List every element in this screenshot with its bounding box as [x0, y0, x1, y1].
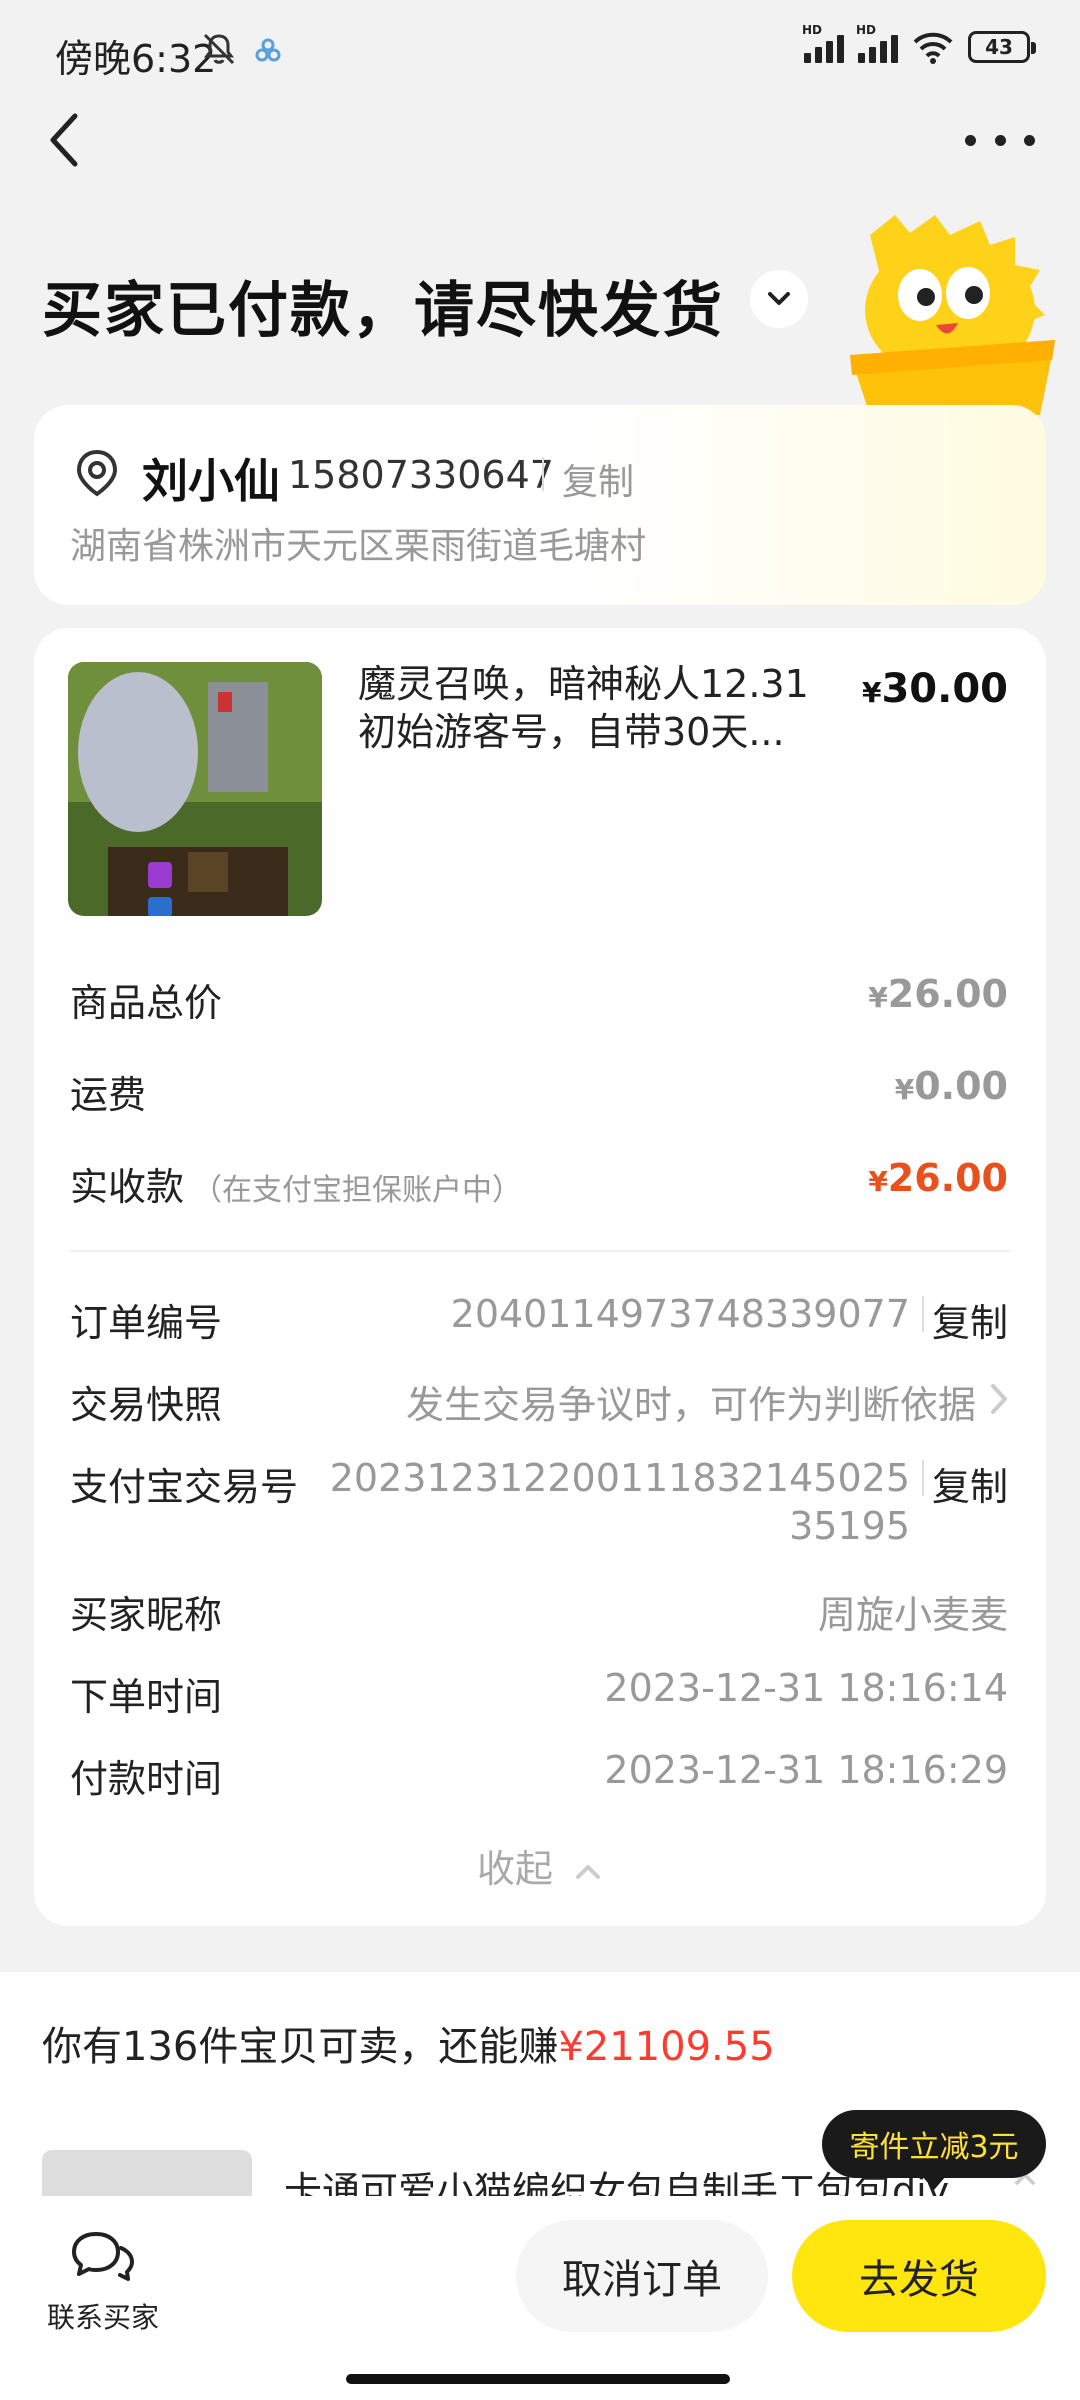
mascot-illustration: [850, 215, 1055, 415]
status-bar: 傍晚6:32 HD HD 43: [0, 0, 1080, 100]
chevron-down-icon: [768, 292, 790, 305]
product-thumbnail[interactable]: [68, 662, 322, 916]
more-button[interactable]: [965, 120, 1035, 160]
currency-symbol: ¥: [868, 1165, 888, 1198]
network-1-label: HD: [802, 23, 823, 37]
subtotal-label: 商品总价: [70, 981, 223, 1025]
network-2-label: HD: [856, 23, 877, 37]
location-pin-icon: [76, 449, 118, 497]
received-label: 实收款: [70, 1165, 185, 1209]
more-dot-icon: [994, 134, 1006, 146]
ship-button[interactable]: 去发货: [792, 2220, 1046, 2332]
chevron-right-icon: [991, 1384, 1007, 1414]
snapshot-label: 交易快照: [70, 1383, 223, 1427]
promo-text-main: 你有136件宝贝可卖，还能赚: [42, 2024, 559, 2070]
cancel-order-button[interactable]: 取消订单: [516, 2220, 768, 2332]
alipay-no-line1: 202312312200111832145025: [329, 1456, 910, 1500]
chevron-up-icon: [576, 1865, 601, 1879]
alipay-no-label: 支付宝交易号: [70, 1465, 299, 1509]
battery-indicator: 43: [968, 31, 1036, 63]
product-price-value: 30.00: [881, 666, 1008, 712]
currency-symbol: ¥: [868, 981, 888, 1014]
recipient-phone: 15807330647: [288, 453, 554, 497]
received-row: 实收款 （在支付宝担保账户中）: [70, 1156, 522, 1211]
contact-buyer-button[interactable]: 联系买家: [40, 2226, 166, 2336]
order-card: 魔灵召唤，暗神秘人12.31初始游客号，自带30天... ¥30.00 商品总价…: [34, 628, 1046, 1926]
status-time: 傍晚6:32: [55, 37, 217, 81]
shipping-amount: ¥0.00: [895, 1064, 1008, 1108]
chevron-left-icon: [50, 113, 78, 167]
order-no-value: 2040114973748339077: [450, 1292, 910, 1336]
alipay-no-line2: 35195: [789, 1504, 910, 1548]
divider: [922, 1460, 924, 1496]
copy-order-no-button[interactable]: 复制: [932, 1292, 1008, 1347]
promo-amount: ¥21109.55: [558, 2024, 775, 2070]
home-indicator[interactable]: [346, 2374, 730, 2384]
order-time-label: 下单时间: [70, 1675, 223, 1719]
address-card[interactable]: 刘小仙 15807330647 复制 湖南省株洲市天元区栗雨街道毛塘村: [34, 405, 1046, 605]
product-price: ¥30.00: [862, 666, 1008, 712]
divider: [70, 1250, 1010, 1252]
shipping-discount-bubble: 寄件立减3元: [822, 2110, 1046, 2190]
pay-time-value: 2023-12-31 18:16:29: [604, 1748, 1008, 1792]
bottom-action-bar: 联系买家 取消订单 去发货: [0, 2196, 1080, 2400]
copy-address-button[interactable]: 复制: [562, 453, 634, 505]
back-button[interactable]: [45, 105, 105, 175]
signal-1-icon: HD: [802, 23, 844, 63]
signal-2-icon: HD: [856, 23, 898, 63]
buyer-label: 买家昵称: [70, 1593, 223, 1637]
received-note: （在支付宝担保账户中）: [192, 1173, 523, 1208]
product-title[interactable]: 魔灵召唤，暗神秘人12.31初始游客号，自带30天...: [358, 660, 818, 756]
mute-bell-icon: [203, 33, 235, 65]
currency-symbol: ¥: [861, 676, 882, 709]
order-no-label: 订单编号: [70, 1301, 223, 1345]
divider: [922, 1296, 924, 1332]
subtotal-amount: ¥26.00: [868, 972, 1008, 1016]
subtotal-value: 26.00: [887, 972, 1008, 1016]
received-value: 26.00: [887, 1156, 1008, 1200]
buyer-nickname: 周旋小麦麦: [817, 1593, 1008, 1637]
currency-symbol: ¥: [894, 1073, 915, 1106]
more-dot-icon: [1024, 134, 1035, 146]
divider: [542, 457, 544, 491]
chat-icon: [72, 2232, 134, 2281]
collapse-button[interactable]: 收起: [34, 1838, 1046, 1893]
received-amount: ¥26.00: [868, 1156, 1008, 1200]
collapse-label: 收起: [476, 1847, 553, 1891]
shipping-value: 0.00: [914, 1064, 1008, 1108]
promo-item-thumbnail[interactable]: [42, 2150, 252, 2202]
recipient-address: 湖南省株洲市天元区栗雨街道毛塘村: [70, 526, 647, 567]
copy-alipay-no-button[interactable]: 复制: [932, 1456, 1008, 1511]
order-time-value: 2023-12-31 18:16:14: [604, 1666, 1008, 1710]
pay-time-label: 付款时间: [70, 1757, 223, 1801]
status-expand-button[interactable]: [750, 270, 808, 328]
wifi-icon: [913, 32, 953, 64]
page-title: 买家已付款，请尽快发货: [42, 276, 724, 346]
shipping-label: 运费: [70, 1073, 147, 1117]
promo-text: 你有136件宝贝可卖，还能赚¥21109.55: [42, 2014, 775, 2072]
snapshot-link[interactable]: 发生交易争议时，可作为判断依据: [406, 1374, 976, 1429]
contact-buyer-label: 联系买家: [46, 2301, 159, 2334]
app-notification-icon: [255, 38, 281, 62]
more-dot-icon: [965, 134, 976, 146]
recipient-name: 刘小仙: [142, 454, 280, 508]
